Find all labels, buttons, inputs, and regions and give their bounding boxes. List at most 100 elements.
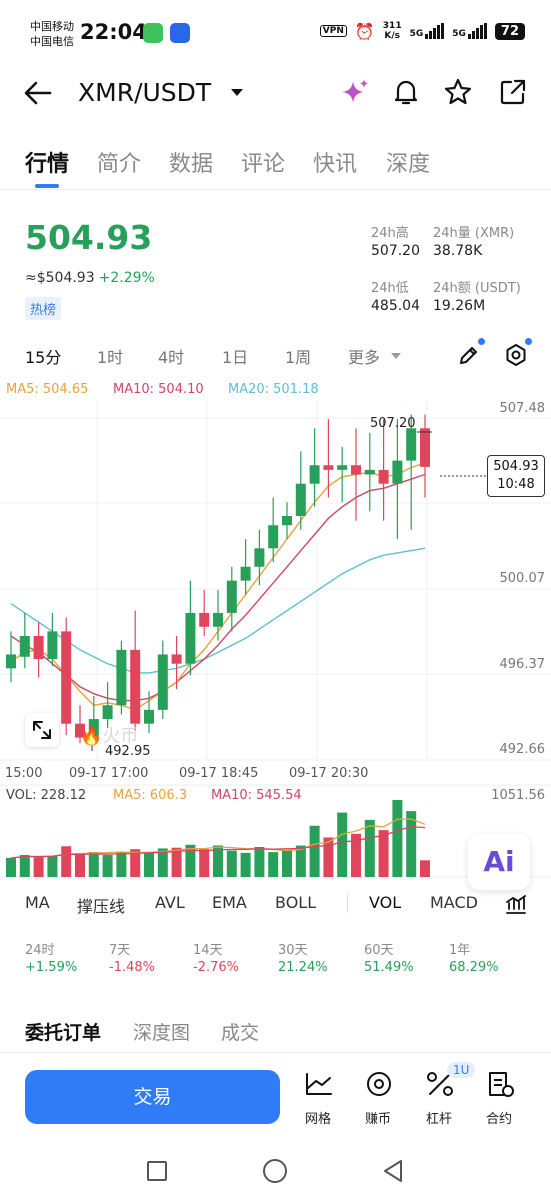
interval-more[interactable]: 更多 [348, 344, 380, 368]
candle-body [254, 548, 265, 567]
trade-button[interactable]: 交易 [25, 1070, 280, 1124]
earn-icon[interactable] [359, 1070, 399, 1098]
status-icons: VPN ⏰ 311 K/s 5G 5G 72 [319, 21, 525, 41]
earn-label[interactable]: 赚币 [365, 1108, 391, 1127]
candle-body [144, 709, 154, 724]
ma5-series [10, 462, 426, 711]
vol-ma10-legend: MA10: 545.54 [211, 788, 302, 803]
candle-body [282, 516, 292, 526]
stat-turnover-label: 24h额 (USDT) [433, 281, 521, 296]
stat-low-label: 24h低 [371, 281, 409, 296]
hot-tag[interactable]: 热榜 [25, 297, 62, 320]
signal-1: 5G [410, 23, 445, 39]
contract-label[interactable]: 合约 [486, 1108, 512, 1127]
ind-support[interactable]: 撑压线 [77, 893, 125, 917]
high-label: 507.20 [370, 416, 416, 431]
ind-ma[interactable]: MA [25, 893, 50, 912]
more-caret-icon [391, 353, 401, 359]
vol-ma5-legend: MA5: 606.3 [113, 788, 188, 803]
clock: 22:04 [80, 20, 147, 44]
volume-bar [323, 837, 334, 877]
candle-body [171, 654, 182, 664]
volume-bar [116, 852, 127, 877]
recent-apps-button[interactable] [147, 1161, 167, 1181]
tab-underline [35, 184, 59, 188]
interval-1d[interactable]: 1日 [222, 344, 248, 368]
expand-icon[interactable] [25, 713, 59, 747]
star-icon[interactable] [443, 77, 473, 107]
chart-settings-icon[interactable] [504, 343, 528, 367]
tab-news[interactable]: 快讯 [313, 146, 357, 178]
back-arrow-icon[interactable] [22, 79, 54, 107]
x-tick-4: 09-17 20:30 [289, 766, 369, 781]
home-button[interactable] [263, 1159, 287, 1183]
bell-icon[interactable] [391, 77, 421, 107]
volume-bar [6, 857, 16, 877]
indicator-settings-icon[interactable] [504, 893, 528, 915]
ind-vol[interactable]: VOL [369, 893, 401, 912]
y-tick-2: 500.07 [499, 571, 546, 586]
interval-1w[interactable]: 1周 [285, 344, 311, 368]
system-back-button[interactable] [381, 1158, 405, 1184]
interval-bar: 15分 1时 4时 1日 1周 更多 [0, 335, 551, 375]
candlestick-chart[interactable] [0, 375, 551, 885]
leverage-badge: 1U [447, 1062, 476, 1078]
draw-pen-icon[interactable] [457, 343, 481, 367]
perf-60d-label: 60天 [364, 943, 394, 958]
tab-intro[interactable]: 简介 [97, 146, 141, 178]
volume-bar [240, 852, 251, 877]
volume-bar [33, 856, 44, 877]
perf-30d-value: 21.24% [278, 960, 328, 975]
contract-icon[interactable] [480, 1070, 520, 1098]
ai-assistant-button[interactable]: Ai [468, 834, 530, 890]
chart-grid [0, 400, 551, 878]
perf-7d-value: -1.48% [109, 960, 155, 975]
volume-bar [199, 849, 210, 877]
signal-2: 5G [452, 23, 487, 39]
candle-body [295, 483, 306, 516]
tab-open-orders[interactable]: 委托订单 [25, 1018, 101, 1045]
sparkle-icon[interactable] [340, 77, 370, 107]
grid-label[interactable]: 网格 [305, 1108, 331, 1127]
interval-15m[interactable]: 15分 [25, 344, 61, 368]
volume-bar [337, 812, 348, 877]
stat-volume-label: 24h量 (XMR) [433, 226, 515, 241]
candles [6, 414, 430, 744]
watermark-logo: 🔥火币 [80, 726, 139, 747]
pair-dropdown-icon[interactable] [231, 89, 243, 96]
carrier-2: 中国电信 [30, 35, 74, 48]
tab-data[interactable]: 数据 [169, 146, 213, 178]
tab-market[interactable]: 行情 [25, 146, 69, 178]
perf-1y-label: 1年 [449, 943, 471, 958]
share-icon[interactable] [498, 77, 528, 107]
leverage-label[interactable]: 杠杆 [426, 1108, 452, 1127]
tab-trades[interactable]: 成交 [221, 1018, 259, 1045]
candle-body [61, 631, 72, 724]
pair-title[interactable]: XMR/USDT [78, 78, 211, 107]
carrier-info: 中国移动 中国电信 [30, 19, 74, 49]
ind-boll[interactable]: BOLL [275, 893, 316, 912]
volume-bar [144, 852, 154, 877]
price-approx: ≈$504.93 +2.29% [25, 270, 155, 286]
alarm-icon: ⏰ [354, 21, 375, 41]
ind-avl[interactable]: AVL [155, 893, 185, 912]
interval-1h[interactable]: 1时 [97, 344, 123, 368]
ind-macd[interactable]: MACD [430, 893, 478, 912]
tab-comments[interactable]: 评论 [241, 146, 285, 178]
tab-depth[interactable]: 深度 [386, 146, 430, 178]
vol-max-label: 1051.56 [491, 788, 545, 803]
candle-body [199, 612, 210, 627]
perf-14d-label: 14天 [193, 943, 223, 958]
tab-depth-chart[interactable]: 深度图 [133, 1018, 190, 1045]
volume-bar [19, 855, 30, 877]
stat-high-label: 24h高 [371, 226, 409, 241]
ind-ema[interactable]: EMA [212, 893, 247, 912]
volume-bar [392, 800, 403, 877]
stat-low-value: 485.04 [371, 298, 420, 314]
grid-trading-icon[interactable] [299, 1070, 339, 1098]
stat-high-value: 507.20 [371, 243, 420, 259]
current-price-box: 504.93 10:48 [487, 455, 545, 497]
interval-4h[interactable]: 4时 [158, 344, 184, 368]
status-bar: 中国移动 中国电信 22:04 VPN ⏰ 311 K/s 5G 5G 72 [0, 0, 551, 62]
volume-bar [268, 852, 279, 877]
